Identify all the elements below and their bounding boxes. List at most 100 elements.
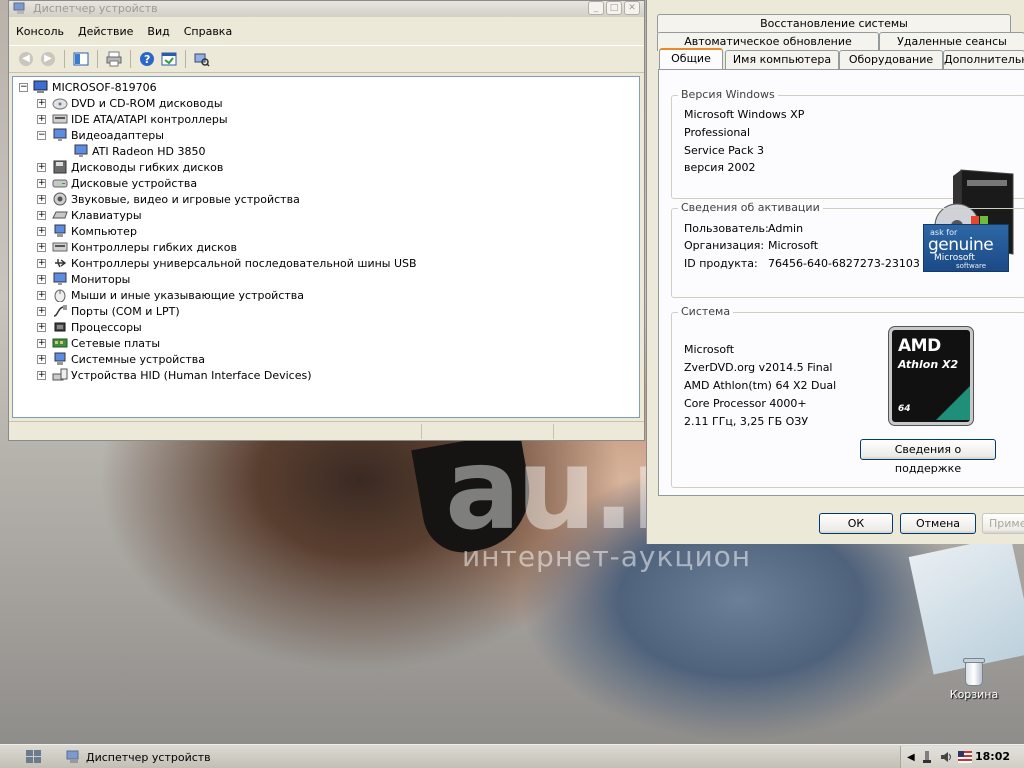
tree-item-system-devices[interactable]: Системные устройства	[52, 351, 205, 367]
device-tree[interactable]: − MICROSOF-819706 + DVD и CD-ROM дисково…	[12, 76, 640, 418]
tree-item-floppy-drives[interactable]: Дисководы гибких дисков	[52, 159, 223, 175]
tab-hardware[interactable]: Оборудование	[839, 50, 943, 69]
tree-item-mice[interactable]: Мыши и иные указывающие устройства	[52, 287, 304, 303]
back-button[interactable]: ◀	[17, 50, 35, 68]
system-line: Microsoft	[684, 343, 735, 356]
show-hide-tree-button[interactable]	[72, 50, 90, 68]
tree-item-hid[interactable]: Устройства HID (Human Interface Devices)	[52, 367, 312, 383]
menu-help[interactable]: Справка	[177, 21, 239, 43]
tree-item-dvd-cdrom[interactable]: DVD и CD-ROM дисководы	[52, 95, 223, 111]
svg-text:?: ?	[144, 53, 150, 66]
tab-remote-sessions[interactable]: Удаленные сеансы	[879, 32, 1024, 51]
tree-item-keyboards[interactable]: Клавиатуры	[52, 207, 142, 223]
tree-item-monitors[interactable]: Мониторы	[52, 271, 130, 287]
device-manager-titlebar[interactable]: Диспетчер устройств _ □ ✕	[9, 1, 644, 17]
tree-expander[interactable]: +	[37, 355, 46, 364]
menu-view[interactable]: Вид	[140, 21, 176, 43]
tree-root[interactable]: MICROSOF-819706	[33, 79, 157, 95]
keyboard-icon	[52, 208, 68, 222]
tree-expander[interactable]: +	[37, 195, 46, 204]
tree-expander[interactable]: +	[37, 291, 46, 300]
tree-expander[interactable]: +	[37, 259, 46, 268]
tree-expander[interactable]: +	[37, 211, 46, 220]
scan-hardware-button[interactable]	[193, 50, 211, 68]
tree-expander[interactable]: +	[37, 307, 46, 316]
tab-computer-name[interactable]: Имя компьютера	[725, 50, 839, 69]
tree-expander[interactable]: +	[37, 371, 46, 380]
minimize-button[interactable]: _	[588, 1, 604, 15]
tree-item-network[interactable]: Сетевые платы	[52, 335, 160, 351]
os-version: версия 2002	[684, 161, 756, 174]
forward-button[interactable]: ▶	[39, 50, 57, 68]
tree-expander[interactable]: +	[37, 227, 46, 236]
tree-item-floppy-controllers[interactable]: Контроллеры гибких дисков	[52, 239, 237, 255]
tree-item-sound[interactable]: Звуковые, видео и игровые устройства	[52, 191, 300, 207]
tree-item-usb[interactable]: Контроллеры универсальной последовательн…	[52, 255, 417, 271]
os-service-pack: Service Pack 3	[684, 144, 764, 157]
tree-item-ati-radeon[interactable]: ATI Radeon HD 3850	[73, 143, 205, 159]
cancel-button[interactable]: Отмена	[900, 513, 976, 534]
tree-expander[interactable]: +	[37, 99, 46, 108]
product-id-value: 76456-640-6827273-23103	[768, 257, 920, 270]
tree-item-computer[interactable]: Компьютер	[52, 223, 137, 239]
floppy-drive-icon	[52, 160, 68, 174]
tree-expander[interactable]: +	[37, 339, 46, 348]
system-tray: ◀ 18:02	[900, 746, 1024, 768]
tray-expand-icon[interactable]: ◀	[907, 752, 915, 763]
tab-system-restore[interactable]: Восстановление системы	[657, 14, 1011, 33]
tree-expander[interactable]: +	[37, 275, 46, 284]
amd-arrow-icon	[936, 386, 970, 420]
recycle-bin-shortcut[interactable]: Корзина	[948, 656, 1000, 701]
scan-hardware-icon	[194, 53, 210, 67]
menu-action[interactable]: Действие	[71, 21, 140, 43]
display-adapter-icon	[52, 128, 68, 142]
tree-item-processors[interactable]: Процессоры	[52, 319, 142, 335]
system-line: ZverDVD.org v2014.5 Final	[684, 361, 833, 374]
console-tree-icon	[73, 52, 89, 66]
tree-expander[interactable]: +	[37, 163, 46, 172]
tree-root-label: MICROSOF-819706	[52, 80, 157, 94]
network-card-icon	[52, 336, 68, 350]
hid-device-icon	[52, 368, 68, 382]
close-button[interactable]: ✕	[624, 1, 640, 15]
tree-expander[interactable]: +	[37, 115, 46, 124]
tree-item-ide[interactable]: IDE ATA/ATAPI контроллеры	[52, 111, 228, 127]
disk-drive-icon	[52, 176, 68, 190]
tree-expander[interactable]: +	[37, 323, 46, 332]
tree-item-disk-drives[interactable]: Дисковые устройства	[52, 175, 197, 191]
support-info-button[interactable]: Сведения о поддержке	[860, 439, 996, 475]
windows-logo-icon	[26, 750, 41, 763]
print-button[interactable]	[105, 50, 123, 68]
tab-advanced[interactable]: Дополнительно	[943, 50, 1024, 69]
language-flag-icon[interactable]	[957, 751, 972, 763]
clock[interactable]: 18:02	[975, 750, 1010, 763]
genuine-microsoft-badge[interactable]: ask for genuine Microsoft software	[923, 224, 1009, 272]
menu-console[interactable]: Консоль	[9, 21, 71, 43]
tree-item-display-adapters[interactable]: Видеоадаптеры	[52, 127, 164, 143]
ok-button[interactable]: ОК	[819, 513, 893, 534]
tree-expander[interactable]: −	[37, 131, 46, 140]
organization-label: Организация:	[684, 239, 765, 252]
ide-controller-icon	[52, 112, 68, 126]
taskbar-item-label: Диспетчер устройств	[86, 750, 211, 764]
taskbar-device-manager-button[interactable]: Диспетчер устройств	[60, 747, 260, 767]
port-icon	[52, 304, 68, 318]
volume-icon[interactable]	[939, 750, 953, 764]
recycle-bin-icon	[961, 656, 987, 686]
tab-general[interactable]: Общие	[659, 48, 723, 69]
properties-button[interactable]	[160, 50, 178, 68]
back-arrow-icon: ◀	[19, 52, 33, 66]
tree-expander[interactable]: −	[19, 83, 28, 92]
apply-button[interactable]: Применить	[982, 513, 1024, 534]
recycle-bin-label: Корзина	[949, 688, 999, 701]
tree-item-ports[interactable]: Порты (COM и LPT)	[52, 303, 180, 319]
forward-arrow-icon: ▶	[41, 52, 55, 66]
safely-remove-icon[interactable]	[920, 750, 934, 764]
computer-icon	[52, 224, 68, 238]
maximize-button[interactable]: □	[606, 1, 622, 15]
tree-expander[interactable]: +	[37, 179, 46, 188]
product-id-label: ID продукта:	[684, 257, 758, 270]
start-button[interactable]	[4, 747, 64, 767]
help-button[interactable]: ?	[138, 50, 156, 68]
tree-expander[interactable]: +	[37, 243, 46, 252]
